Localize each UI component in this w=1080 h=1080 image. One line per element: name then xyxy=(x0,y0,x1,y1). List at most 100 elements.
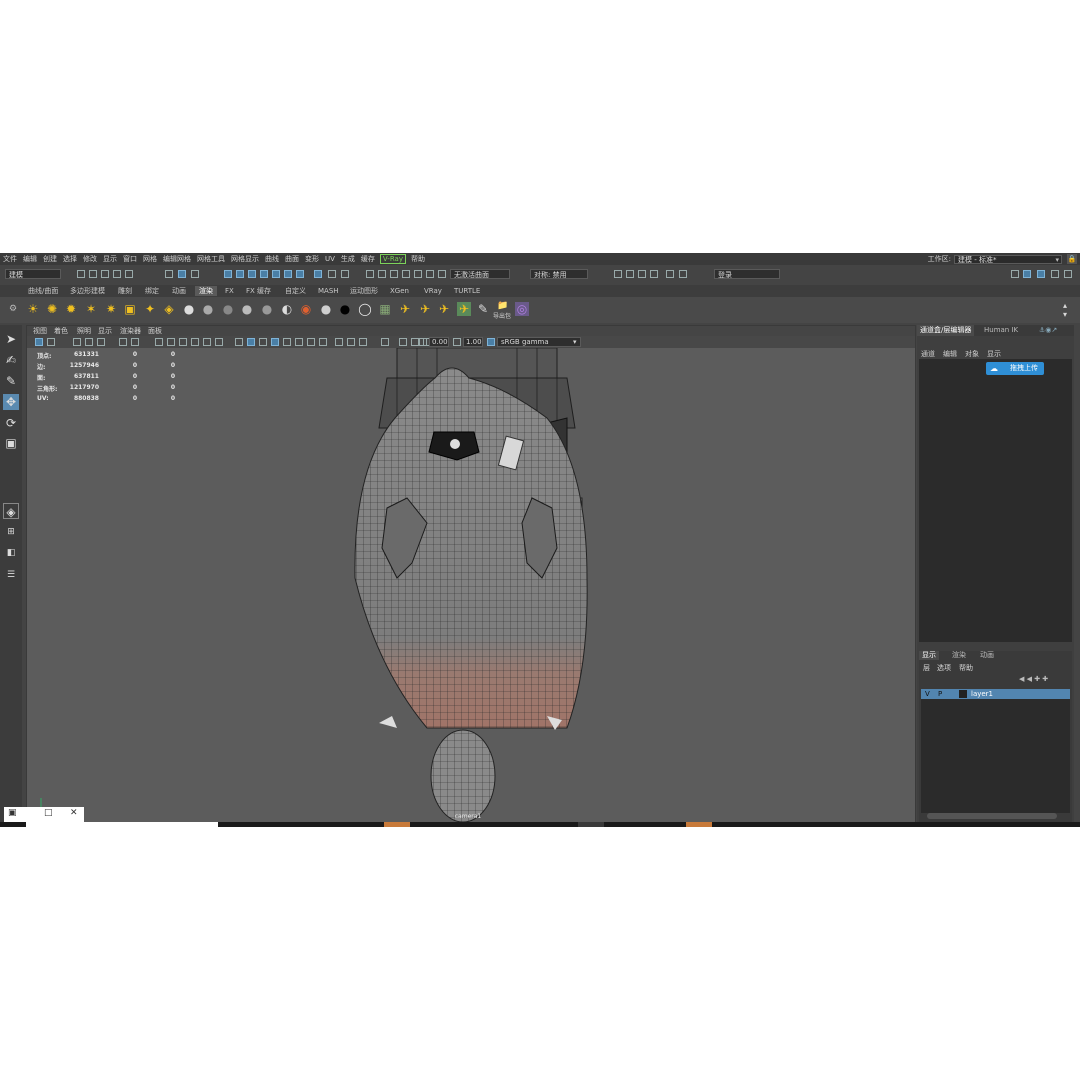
depth-of-field-icon[interactable] xyxy=(359,338,367,346)
render-sphere-icon[interactable]: ✦ xyxy=(143,302,157,316)
menu-item[interactable]: 变形 xyxy=(302,254,322,264)
menu-item[interactable]: 文件 xyxy=(0,254,20,264)
select-object-icon[interactable] xyxy=(178,270,186,278)
channel-box-icon[interactable] xyxy=(1037,270,1045,278)
menu-item[interactable]: 编辑 xyxy=(20,254,40,264)
scale-tool-icon[interactable]: ▣ xyxy=(3,435,19,451)
shelf-tab[interactable]: XGen xyxy=(386,286,413,296)
select-camera-icon[interactable] xyxy=(35,338,43,346)
history-icon[interactable] xyxy=(366,270,374,278)
drag-upload-button[interactable]: ☁ 拖拽上传 xyxy=(986,362,1044,375)
shelf-tab[interactable]: VRay xyxy=(420,286,446,296)
menu-item[interactable]: UV xyxy=(322,255,338,263)
new-scene-icon[interactable] xyxy=(77,270,85,278)
viewport-menu-item[interactable]: 视图 xyxy=(33,326,47,336)
2d-pan-icon[interactable] xyxy=(97,338,105,346)
tab-channel-box[interactable]: 通道盒/层编辑器 xyxy=(917,325,975,336)
grease-pencil-icon[interactable] xyxy=(119,338,127,346)
batch-render-icon[interactable]: ✈ xyxy=(418,302,432,316)
menu-item[interactable]: 修改 xyxy=(80,254,100,264)
open-scene-icon[interactable] xyxy=(89,270,97,278)
viewport-menu-item[interactable]: 照明 xyxy=(77,326,91,336)
lasso-tool-icon[interactable]: ✍ xyxy=(3,352,19,368)
layer-tab-display[interactable]: 显示 xyxy=(919,651,939,660)
menu-item[interactable]: 显示 xyxy=(100,254,120,264)
app-icon[interactable]: ▣ xyxy=(8,808,17,818)
save-scene-icon[interactable] xyxy=(101,270,109,278)
taskbar-item[interactable] xyxy=(578,822,604,827)
cut-icon[interactable] xyxy=(402,270,410,278)
menu-item[interactable]: 网格工具 xyxy=(194,254,228,264)
shelf-tab[interactable]: 曲线/曲面 xyxy=(24,286,62,296)
menu-item[interactable]: 选择 xyxy=(60,254,80,264)
shelf-tab[interactable]: TURTLE xyxy=(450,286,484,296)
hardware-render-icon[interactable]: ✈ xyxy=(437,302,451,316)
pause-icon[interactable] xyxy=(679,270,687,278)
viewport-menu-item[interactable]: 渲染器 xyxy=(120,326,141,336)
taskbar-item[interactable] xyxy=(686,822,712,827)
viewport-menu-item[interactable]: 面板 xyxy=(148,326,162,336)
outliner-layout-icon[interactable]: ☰ xyxy=(3,567,19,583)
layer-menu-help[interactable]: 帮助 xyxy=(959,663,973,673)
lights-icon[interactable] xyxy=(295,338,303,346)
render-layer-icon[interactable]: ▦ xyxy=(378,302,392,316)
close-icon[interactable]: ✕ xyxy=(70,808,78,818)
refresh-icon[interactable] xyxy=(438,270,446,278)
maximize-icon[interactable]: □ xyxy=(44,808,53,818)
shelf-tab[interactable]: FX xyxy=(221,286,238,296)
directional-light-icon[interactable]: ✺ xyxy=(45,302,59,316)
smooth-shade-icon[interactable] xyxy=(247,338,255,346)
menu-channels[interactable]: 通道 xyxy=(921,349,935,359)
volume-light-icon[interactable]: ▣ xyxy=(123,302,137,316)
snap-curve-icon[interactable] xyxy=(236,270,244,278)
area-light-icon[interactable]: ✷ xyxy=(104,302,118,316)
shadows-icon[interactable] xyxy=(307,338,315,346)
field-chart-icon[interactable] xyxy=(191,338,199,346)
input-output-icon[interactable] xyxy=(341,270,349,278)
anti-alias-icon[interactable] xyxy=(347,338,355,346)
xray-icon[interactable] xyxy=(283,338,291,346)
light-sphere-icon[interactable]: ◯ xyxy=(358,302,372,316)
menu-item[interactable]: 窗口 xyxy=(120,254,140,264)
ipr-render-icon[interactable] xyxy=(638,270,646,278)
menu-item[interactable]: 帮助 xyxy=(408,254,428,264)
menu-item[interactable]: 网格显示 xyxy=(228,254,262,264)
motion-blur-icon[interactable] xyxy=(335,338,343,346)
shelf-tab[interactable]: MASH xyxy=(314,286,343,296)
menu-item[interactable]: 缓存 xyxy=(358,254,378,264)
select-tool-icon[interactable]: ➤ xyxy=(3,331,19,347)
workspace-dropdown[interactable]: 建模 - 标准* xyxy=(954,254,1062,265)
grid-icon[interactable] xyxy=(131,338,139,346)
layer-row[interactable]: V P layer1 xyxy=(921,689,1070,699)
wireframe-icon[interactable] xyxy=(235,338,243,346)
construction-icon[interactable] xyxy=(378,270,386,278)
snap-vertex-icon[interactable] xyxy=(284,270,292,278)
exposure-icon[interactable] xyxy=(419,338,427,346)
menu-show[interactable]: 显示 xyxy=(987,349,1001,359)
ipr-icon[interactable]: ◈ xyxy=(162,302,176,316)
xray-active-icon[interactable] xyxy=(411,338,419,346)
render-view-icon[interactable]: ✈ xyxy=(398,302,412,316)
lock-icon[interactable]: 🔒 xyxy=(1067,254,1077,264)
camera-attributes-icon[interactable] xyxy=(47,338,55,346)
viewport-menu-item[interactable]: 显示 xyxy=(98,326,112,336)
ramp-shader-icon[interactable]: ◉ xyxy=(299,302,313,316)
default-material-icon[interactable] xyxy=(259,338,267,346)
resolution-gate-icon[interactable] xyxy=(167,338,175,346)
wireframe-on-shaded-icon[interactable] xyxy=(271,338,279,346)
menu-item[interactable]: 编辑网格 xyxy=(160,254,194,264)
taskbar-item[interactable] xyxy=(384,822,410,827)
xray-joints-icon[interactable] xyxy=(399,338,407,346)
four-view-icon[interactable]: ⊞ xyxy=(3,524,19,540)
white-sphere-icon[interactable]: ● xyxy=(319,302,333,316)
safe-title-icon[interactable] xyxy=(215,338,223,346)
shader-ball-icon[interactable]: ◎ xyxy=(515,302,529,316)
layer-scrollbar[interactable] xyxy=(927,813,1057,819)
phong-sphere-icon[interactable]: ● xyxy=(221,302,235,316)
two-view-icon[interactable]: ◧ xyxy=(3,545,19,561)
make-live-icon[interactable] xyxy=(328,270,336,278)
color-space-chevron-icon[interactable]: ▾ xyxy=(573,338,577,346)
redo-icon[interactable] xyxy=(125,270,133,278)
layer-menu-layers[interactable]: 层 xyxy=(923,663,930,673)
surface-shader-icon[interactable]: ◐ xyxy=(280,302,294,316)
